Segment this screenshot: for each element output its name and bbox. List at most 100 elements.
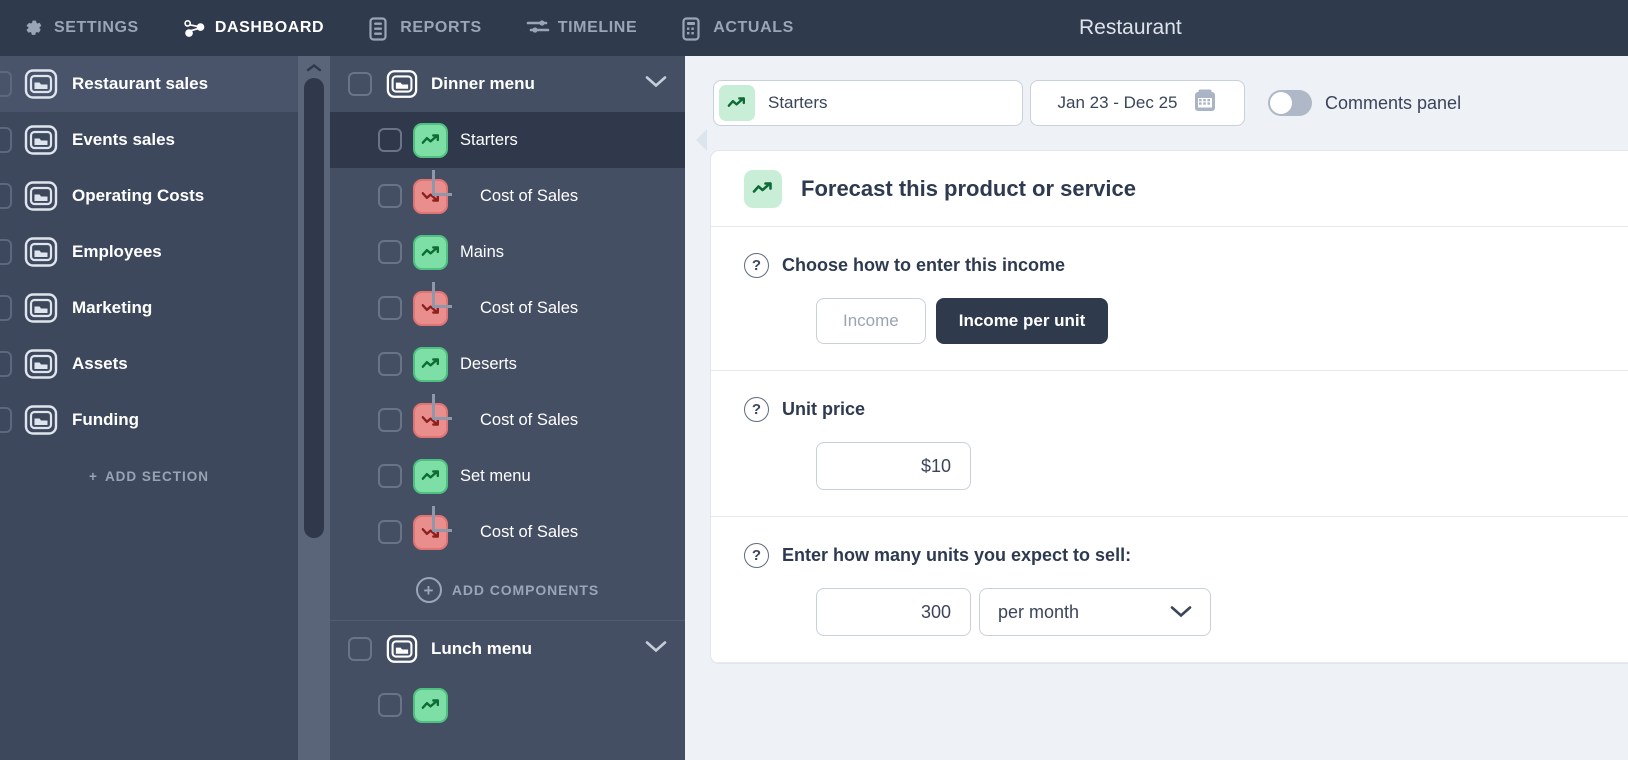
sidebar-item-events-sales[interactable]: Events sales (0, 112, 298, 168)
tree-elbow-connector (432, 506, 452, 532)
tree-item-label: Cost of Sales (480, 186, 579, 205)
main-content-panel: Starters Jan 23 - Dec 25 Comments panel … (685, 56, 1628, 760)
income-mode-segmented-control: Income Income per unit (816, 298, 1628, 344)
toggle-switch[interactable] (1268, 90, 1312, 116)
folder-icon (24, 347, 58, 381)
folder-icon (24, 235, 58, 269)
date-range-label: Jan 23 - Dec 25 (1057, 93, 1178, 112)
section-checkbox[interactable] (0, 183, 12, 209)
forecast-card-title: Forecast this product or service (801, 175, 1136, 201)
sidebar-item-label: Events sales (72, 130, 176, 149)
tree-item-cost-of-sales[interactable]: Cost of Sales (330, 504, 685, 560)
chevron-down-icon[interactable] (645, 640, 667, 658)
field-label: Enter how many units you expect to sell: (782, 545, 1132, 565)
folder-icon (24, 67, 58, 101)
tree-item-mains[interactable]: Mains (330, 224, 685, 280)
item-checkbox[interactable] (378, 296, 402, 320)
field-units-expected: ? Enter how many units you expect to sel… (711, 517, 1628, 663)
income-up-icon (413, 346, 448, 382)
nav-item-actuals[interactable]: Actuals (659, 0, 816, 56)
add-components-label: ADD COMPONENTS (451, 582, 600, 598)
group-checkbox[interactable] (348, 72, 372, 96)
sidebar-item-label: Funding (72, 410, 140, 429)
income-button[interactable]: Income (816, 298, 926, 344)
sidebar-item-label: Operating Costs (72, 186, 205, 205)
sidebar-item-funding[interactable]: Funding (0, 392, 298, 448)
help-icon[interactable]: ? (744, 397, 769, 422)
nav-item-dashboard[interactable]: Dashboard (161, 0, 346, 56)
sidebar-item-label: Marketing (72, 298, 153, 317)
item-checkbox[interactable] (378, 128, 402, 152)
item-checkbox[interactable] (378, 693, 402, 717)
comments-panel-toggle[interactable]: Comments panel (1268, 90, 1461, 116)
tree-item-label: Set menu (460, 466, 531, 485)
tree-group-label: Lunch menu (431, 639, 533, 658)
report-icon (368, 17, 390, 41)
tree-elbow-connector (432, 170, 452, 196)
item-checkbox[interactable] (378, 408, 402, 432)
section-checkbox[interactable] (0, 407, 12, 433)
frequency-select[interactable]: per month (979, 588, 1211, 636)
item-checkbox[interactable] (378, 464, 402, 488)
tree-item-cost-of-sales[interactable]: Cost of Sales (330, 392, 685, 448)
tree-item-label: Cost of Sales (480, 298, 579, 317)
tree-item-set-menu[interactable]: Set menu (330, 448, 685, 504)
nav-label-actuals: Actuals (713, 19, 794, 36)
date-range-picker[interactable]: Jan 23 - Dec 25 (1030, 80, 1245, 126)
sections-scrollbar[interactable] (298, 56, 330, 760)
add-components-button[interactable]: + ADD COMPONENTS (330, 560, 685, 620)
add-section-label: ADD SECTION (104, 468, 209, 484)
tree-elbow-connector (432, 394, 452, 420)
sidebar-item-assets[interactable]: Assets (0, 336, 298, 392)
sidebar-item-marketing[interactable]: Marketing (0, 280, 298, 336)
item-checkbox[interactable] (378, 520, 402, 544)
unit-price-input[interactable]: $10 (816, 442, 971, 490)
group-checkbox[interactable] (348, 637, 372, 661)
tree-item-cost-of-sales[interactable]: Cost of Sales (330, 280, 685, 336)
item-checkbox[interactable] (378, 352, 402, 376)
tree-group-dinner-menu: Dinner menu Starters Cost of Sales Mains… (330, 56, 707, 620)
field-label-row: ? Unit price (744, 397, 1628, 422)
tree-item-cost-of-sales[interactable]: Cost of Sales (330, 168, 685, 224)
item-checkbox[interactable] (378, 184, 402, 208)
section-checkbox[interactable] (0, 71, 12, 97)
tree-group-header[interactable]: Lunch menu (330, 621, 685, 677)
income-per-unit-button[interactable]: Income per unit (935, 298, 1109, 344)
tree-item-deserts[interactable]: Deserts (330, 336, 685, 392)
units-quantity-input[interactable]: 300 (816, 588, 971, 636)
components-tree-panel: Dinner menu Starters Cost of Sales Mains… (330, 56, 707, 760)
product-selector[interactable]: Starters (713, 80, 1023, 126)
field-label: Unit price (782, 399, 866, 419)
item-checkbox[interactable] (378, 240, 402, 264)
sidebar-item-employees[interactable]: Employees (0, 224, 298, 280)
comments-panel-label: Comments panel (1325, 92, 1462, 113)
nav-item-reports[interactable]: Reports (346, 0, 504, 56)
help-icon[interactable]: ? (744, 543, 769, 568)
chevron-down-icon[interactable] (645, 75, 667, 93)
nav-item-settings[interactable]: Settings (0, 0, 161, 56)
gear-icon (22, 17, 44, 39)
tree-item-partial[interactable] (330, 677, 685, 733)
scrollbar-thumb[interactable] (304, 78, 324, 538)
income-up-icon (719, 85, 755, 121)
add-section-button[interactable]: + ADD SECTION (0, 448, 298, 504)
tree-item-starters[interactable]: Starters (330, 112, 707, 168)
tree-group-label: Dinner menu (431, 74, 535, 93)
tree-group-lunch-menu: Lunch menu (330, 620, 685, 733)
folder-icon (24, 179, 58, 213)
section-checkbox[interactable] (0, 127, 12, 153)
sidebar-item-label: Assets (72, 354, 128, 373)
section-checkbox[interactable] (0, 351, 12, 377)
sections-sidebar: Restaurant sales Events sales Operating … (0, 56, 298, 760)
income-up-icon (744, 169, 782, 208)
tree-item-label: Deserts (460, 354, 517, 373)
tree-group-header[interactable]: Dinner menu (330, 56, 685, 112)
section-checkbox[interactable] (0, 295, 12, 321)
scroll-up-icon[interactable] (298, 60, 330, 76)
sidebar-item-operating-costs[interactable]: Operating Costs (0, 168, 298, 224)
sidebar-item-restaurant-sales[interactable]: Restaurant sales (0, 56, 298, 112)
help-icon[interactable]: ? (744, 253, 769, 278)
section-checkbox[interactable] (0, 239, 12, 265)
nav-item-timeline[interactable]: Timeline (504, 0, 659, 56)
nav-label-reports: Reports (400, 19, 482, 36)
